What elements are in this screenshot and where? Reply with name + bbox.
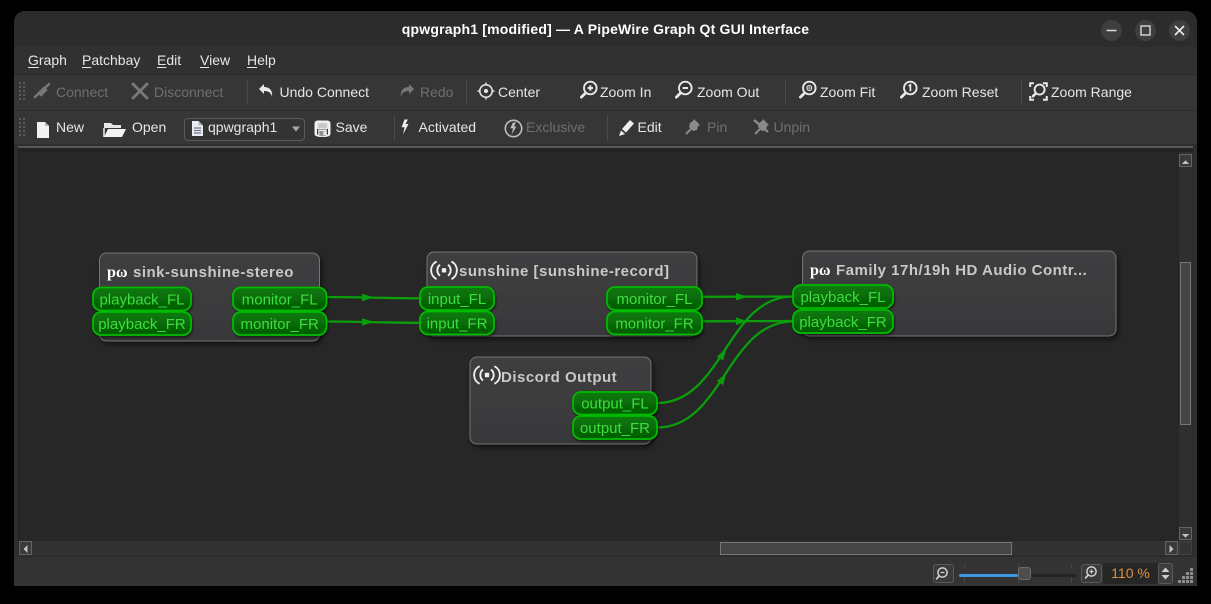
svg-text:playback_FL: playback_FL bbox=[800, 289, 885, 306]
svg-text:playback_FL: playback_FL bbox=[99, 291, 184, 308]
svg-text:input_FR: input_FR bbox=[427, 315, 488, 332]
svg-text:pω: pω bbox=[107, 264, 128, 281]
svg-text:monitor_FL: monitor_FL bbox=[242, 291, 318, 308]
svg-text:sunshine [sunshine-record]: sunshine [sunshine-record] bbox=[459, 263, 670, 280]
svg-text:monitor_FR: monitor_FR bbox=[241, 316, 320, 333]
svg-text:output_FL: output_FL bbox=[581, 396, 649, 413]
svg-text:pω: pω bbox=[810, 262, 831, 279]
svg-text:monitor_FR: monitor_FR bbox=[615, 315, 694, 332]
svg-text:sink-sunshine-stereo: sink-sunshine-stereo bbox=[133, 264, 294, 281]
svg-text:playback_FR: playback_FR bbox=[799, 314, 887, 331]
svg-text:output_FR: output_FR bbox=[580, 420, 650, 437]
svg-text:input_FL: input_FL bbox=[428, 291, 486, 308]
svg-text:Discord Output: Discord Output bbox=[501, 369, 617, 386]
svg-text:monitor_FL: monitor_FL bbox=[617, 291, 693, 308]
svg-text:playback_FR: playback_FR bbox=[98, 316, 186, 333]
svg-text:Family 17h/19h HD Audio Contr.: Family 17h/19h HD Audio Contr... bbox=[836, 262, 1087, 279]
